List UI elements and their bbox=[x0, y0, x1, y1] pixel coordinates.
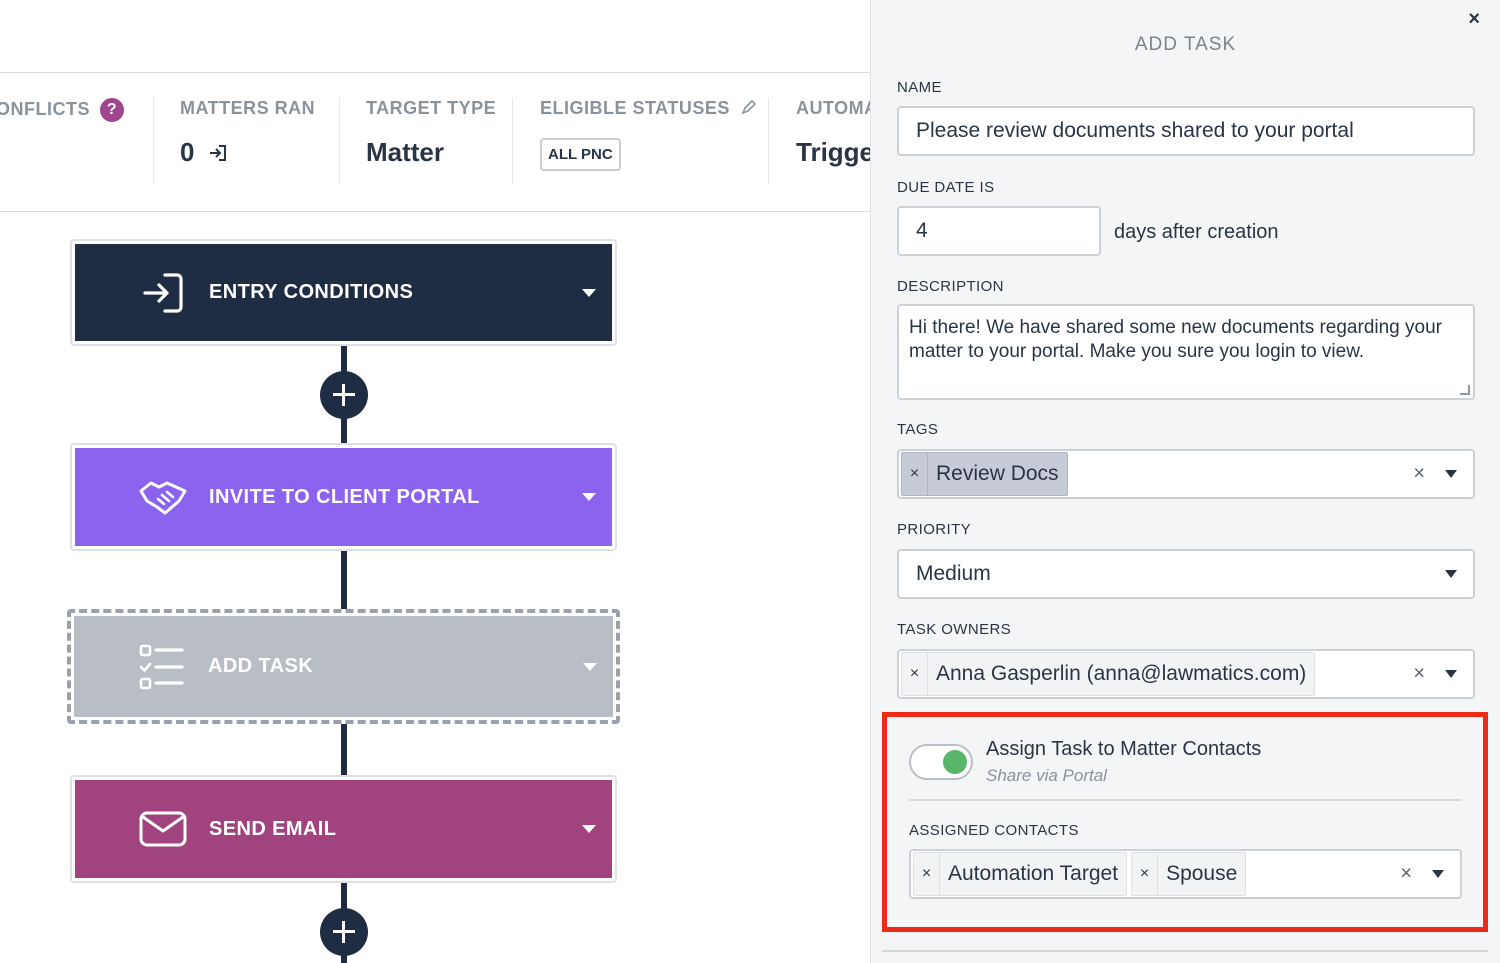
step-title: SEND EMAIL bbox=[209, 817, 337, 840]
assign-subtitle: Share via Portal bbox=[986, 766, 1107, 785]
assigned-contacts-label: ASSIGNED CONTACTS bbox=[909, 822, 1079, 839]
chip-label: Anna Gasperlin (anna@lawmatics.com) bbox=[936, 662, 1307, 685]
stat-matters-ran: MATTERS RAN 0 bbox=[180, 98, 315, 170]
divider bbox=[768, 98, 769, 184]
contact-chip: × Spouse bbox=[1131, 852, 1247, 896]
stat-label: ELIGIBLE STATUSES bbox=[540, 98, 730, 118]
status-badge[interactable]: ALL PNC bbox=[540, 137, 621, 171]
priority-value: Medium bbox=[916, 562, 991, 585]
stat-value: Matter bbox=[366, 137, 445, 167]
remove-chip-button[interactable]: × bbox=[902, 653, 928, 695]
pencil-icon[interactable] bbox=[741, 99, 757, 120]
due-days-value: 4 bbox=[916, 219, 928, 242]
name-input[interactable]: Please review documents shared to your p… bbox=[897, 106, 1475, 156]
remove-chip-button[interactable]: × bbox=[1132, 853, 1159, 895]
chevron-down-icon[interactable] bbox=[582, 288, 596, 297]
connector-line bbox=[341, 722, 347, 778]
chevron-down-icon[interactable] bbox=[1445, 670, 1457, 678]
description-label: DESCRIPTION bbox=[897, 278, 1004, 295]
stat-label: TARGET TYPE bbox=[366, 98, 497, 118]
assigned-contacts-select[interactable]: × Automation Target × Spouse × bbox=[909, 849, 1462, 899]
step-entry-conditions[interactable]: ENTRY CONDITIONS bbox=[70, 239, 617, 346]
toggle-knob bbox=[943, 750, 967, 774]
add-task-panel: × ADD TASK NAME Please review documents … bbox=[870, 0, 1500, 963]
divider bbox=[909, 799, 1461, 801]
task-owners-select[interactable]: × Anna Gasperlin (anna@lawmatics.com) × bbox=[897, 649, 1475, 699]
clear-icon[interactable]: × bbox=[1413, 663, 1425, 686]
step-add-task[interactable]: ADD TASK bbox=[67, 609, 620, 724]
chevron-down-icon[interactable] bbox=[1432, 870, 1444, 878]
question-icon[interactable]: ? bbox=[100, 98, 124, 122]
tags-select[interactable]: × Review Docs × bbox=[897, 449, 1475, 499]
envelope-icon bbox=[133, 799, 193, 859]
owner-chip: × Anna Gasperlin (anna@lawmatics.com) bbox=[901, 652, 1316, 696]
priority-label: PRIORITY bbox=[897, 521, 972, 538]
due-date-suffix: days after creation bbox=[1114, 221, 1279, 243]
chevron-down-icon[interactable] bbox=[1445, 470, 1457, 478]
divider bbox=[0, 211, 870, 212]
checklist-icon bbox=[132, 637, 192, 697]
chip-label: Automation Target bbox=[948, 862, 1119, 885]
add-step-button[interactable] bbox=[320, 371, 368, 419]
due-date-label: DUE DATE IS bbox=[897, 179, 995, 196]
description-input[interactable]: Hi there! We have shared some new docume… bbox=[897, 304, 1475, 400]
step-title: ENTRY CONDITIONS bbox=[209, 281, 414, 303]
assign-title: Assign Task to Matter Contacts bbox=[986, 738, 1262, 760]
assign-contacts-toggle[interactable] bbox=[909, 744, 973, 780]
step-invite-portal[interactable]: INVITE TO CLIENT PORTAL bbox=[70, 443, 617, 551]
divider bbox=[0, 72, 870, 73]
step-card[interactable]: INVITE TO CLIENT PORTAL bbox=[75, 448, 612, 546]
step-title: INVITE TO CLIENT PORTAL bbox=[209, 485, 480, 508]
step-card[interactable]: SEND EMAIL bbox=[75, 780, 612, 878]
chevron-down-icon[interactable] bbox=[582, 825, 596, 833]
arrow-into-icon[interactable] bbox=[208, 139, 228, 170]
chevron-down-icon[interactable] bbox=[582, 493, 596, 501]
divider bbox=[153, 98, 154, 184]
stat-conflicts: ONFLICTS? bbox=[0, 98, 124, 122]
chevron-down-icon[interactable] bbox=[583, 662, 597, 671]
handshake-icon bbox=[133, 467, 193, 527]
due-days-input[interactable]: 4 bbox=[897, 206, 1101, 256]
stat-target-type: TARGET TYPE Matter bbox=[366, 98, 496, 168]
close-icon[interactable]: × bbox=[1468, 8, 1480, 31]
contact-chip: × Automation Target bbox=[913, 852, 1128, 896]
remove-chip-button[interactable]: × bbox=[914, 853, 940, 895]
tag-chip: × Review Docs bbox=[901, 452, 1068, 496]
chip-label: Review Docs bbox=[936, 462, 1059, 485]
connector-line bbox=[341, 550, 347, 612]
stat-automation: AUTOMA Trigge bbox=[796, 98, 878, 168]
divider bbox=[339, 98, 340, 184]
tags-label: TAGS bbox=[897, 421, 939, 438]
stat-label: AUTOMA bbox=[796, 98, 878, 118]
clear-icon[interactable]: × bbox=[1400, 863, 1412, 886]
priority-select[interactable]: Medium bbox=[897, 549, 1475, 599]
stat-eligible-statuses: ELIGIBLE STATUSES ALL PNC bbox=[540, 98, 757, 171]
add-step-button[interactable] bbox=[320, 908, 368, 956]
step-title: ADD TASK bbox=[208, 655, 314, 677]
stat-label: MATTERS RAN bbox=[180, 98, 316, 118]
stat-label: ONFLICTS bbox=[0, 98, 90, 119]
name-label: NAME bbox=[897, 79, 942, 96]
panel-title: ADD TASK bbox=[1134, 34, 1237, 55]
name-value: Please review documents shared to your p… bbox=[916, 119, 1354, 142]
automation-canvas: ONFLICTS? MATTERS RAN 0 TARGET TYPE Matt… bbox=[0, 0, 877, 963]
resize-handle[interactable] bbox=[1460, 385, 1470, 395]
chevron-down-icon[interactable] bbox=[1445, 570, 1457, 578]
sign-in-icon bbox=[133, 263, 193, 323]
divider bbox=[882, 950, 1488, 952]
divider bbox=[512, 98, 513, 184]
stat-value: Trigge bbox=[796, 137, 875, 167]
clear-icon[interactable]: × bbox=[1413, 463, 1425, 486]
step-send-email[interactable]: SEND EMAIL bbox=[70, 775, 617, 883]
step-card[interactable]: ENTRY CONDITIONS bbox=[75, 244, 612, 341]
chip-label: Spouse bbox=[1166, 862, 1238, 885]
remove-chip-button[interactable]: × bbox=[902, 453, 928, 495]
stat-value: 0 bbox=[180, 137, 195, 167]
description-value: Hi there! We have shared some new docume… bbox=[909, 317, 1442, 362]
step-card[interactable]: ADD TASK bbox=[74, 616, 613, 717]
task-owners-label: TASK OWNERS bbox=[897, 621, 1012, 638]
